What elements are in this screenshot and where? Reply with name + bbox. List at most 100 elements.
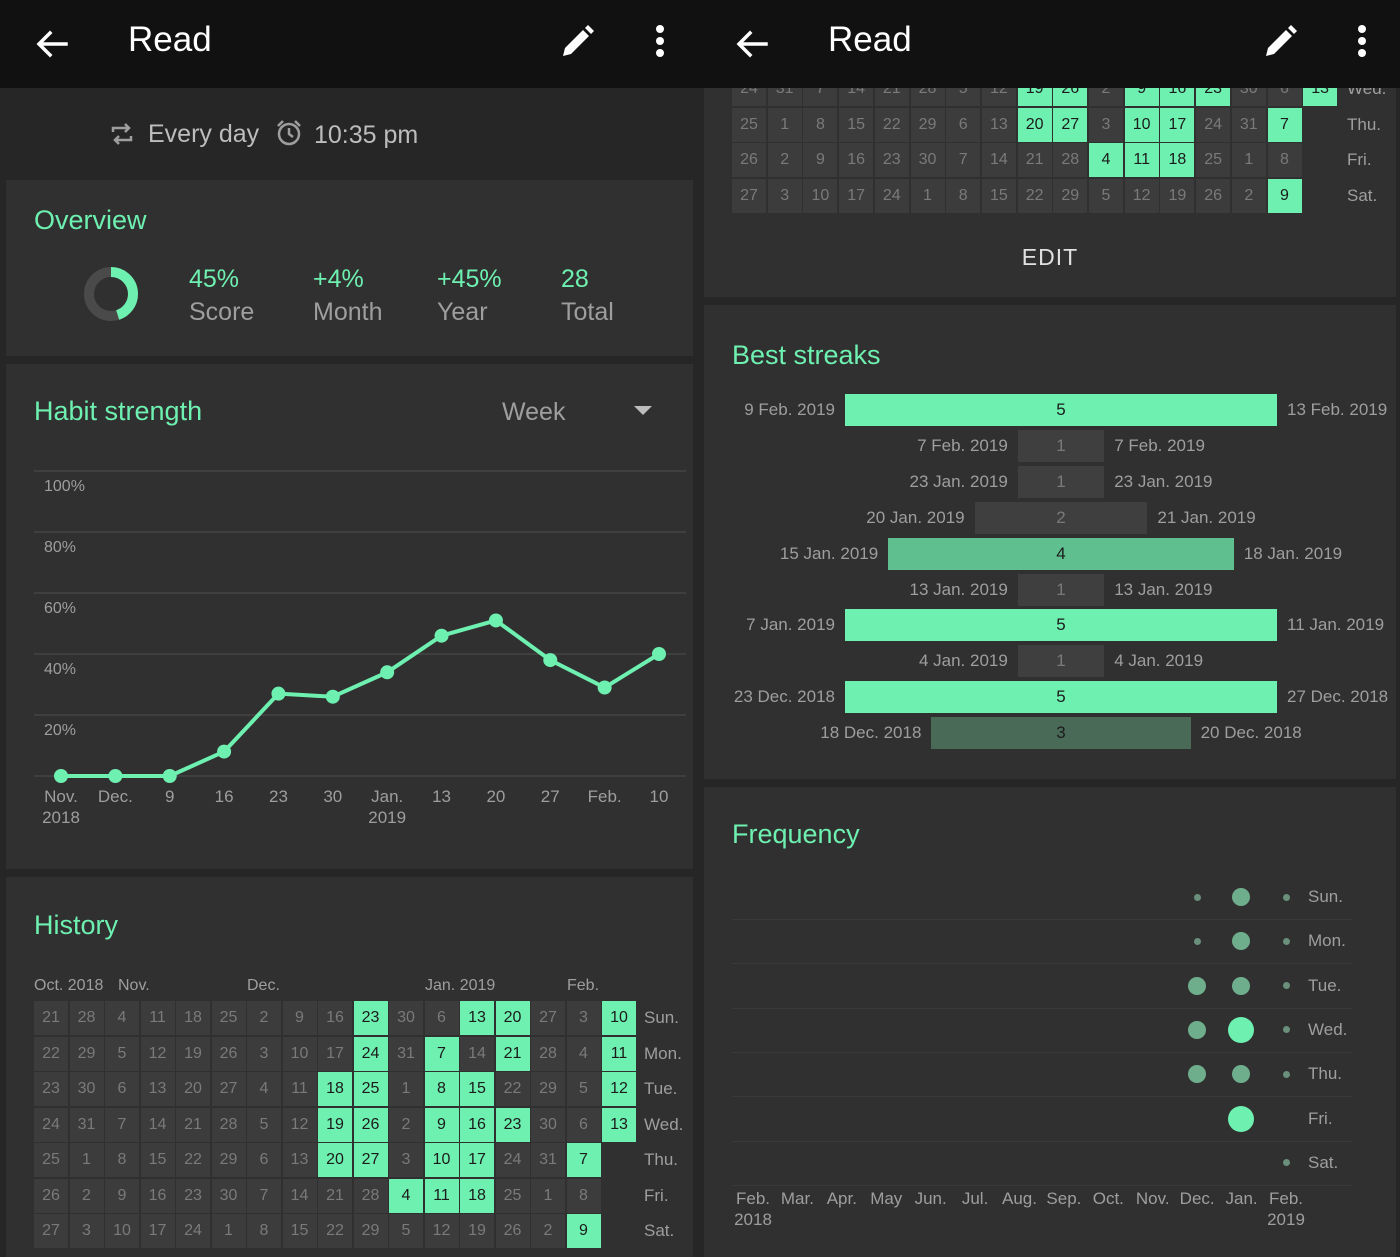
history-day-cell[interactable]: 16 bbox=[140, 1178, 175, 1213]
history-day-cell[interactable]: 21 bbox=[176, 1107, 210, 1142]
history-day-cell[interactable]: 26 bbox=[495, 1214, 530, 1248]
history-day-cell[interactable]: 6 bbox=[566, 1107, 601, 1142]
history-day-cell[interactable]: 20 bbox=[318, 1143, 352, 1177]
history-day-cell[interactable]: 22 bbox=[1017, 179, 1052, 214]
history-day-cell[interactable]: 19 bbox=[318, 1107, 352, 1142]
history-day-cell[interactable]: 13 bbox=[460, 1001, 494, 1035]
history-day-cell[interactable]: 20 bbox=[176, 1072, 210, 1106]
history-day-cell[interactable]: 30 bbox=[69, 1072, 104, 1106]
history-day-cell[interactable]: 3 bbox=[566, 1001, 601, 1035]
history-day-cell[interactable]: 31 bbox=[389, 1036, 423, 1071]
history-day-cell[interactable]: 3 bbox=[389, 1143, 423, 1177]
history-day-cell[interactable]: 10 bbox=[105, 1214, 139, 1248]
history-day-cell[interactable]: 6 bbox=[105, 1072, 139, 1106]
history-day-cell[interactable]: 15 bbox=[140, 1143, 175, 1177]
history-day-cell[interactable]: 26 bbox=[353, 1107, 388, 1142]
history-day-cell[interactable]: 5 bbox=[566, 1072, 601, 1106]
history-day-cell[interactable]: 30 bbox=[211, 1178, 246, 1213]
history-day-cell[interactable]: 7 bbox=[247, 1178, 281, 1213]
history-day-cell[interactable]: 12 bbox=[424, 1214, 459, 1248]
history-day-cell[interactable]: 13 bbox=[602, 1107, 636, 1142]
history-day-cell[interactable]: 10 bbox=[1124, 107, 1159, 142]
history-day-cell[interactable]: 17 bbox=[140, 1214, 175, 1248]
history-day-cell[interactable]: 21 bbox=[34, 1001, 68, 1035]
history-day-cell[interactable]: 1 bbox=[389, 1072, 423, 1106]
history-day-cell[interactable]: 12 bbox=[282, 1107, 317, 1142]
edit-history-button[interactable]: EDIT bbox=[704, 244, 1396, 271]
history-day-cell[interactable]: 31 bbox=[1231, 107, 1266, 142]
history-day-cell[interactable]: 2 bbox=[69, 1178, 104, 1213]
history-day-cell[interactable]: 29 bbox=[211, 1143, 246, 1177]
arrow-left-icon[interactable] bbox=[730, 22, 774, 66]
history-day-cell[interactable]: 1 bbox=[910, 179, 945, 214]
history-day-cell[interactable]: 6 bbox=[247, 1143, 281, 1177]
history-day-cell[interactable]: 20 bbox=[1017, 107, 1052, 142]
history-day-cell[interactable]: 24 bbox=[874, 179, 909, 214]
history-day-cell[interactable]: 4 bbox=[105, 1001, 139, 1035]
history-day-cell[interactable]: 7 bbox=[946, 143, 981, 178]
history-day-cell[interactable]: 8 bbox=[803, 107, 838, 142]
history-day-cell[interactable]: 19 bbox=[176, 1036, 210, 1071]
history-day-cell[interactable]: 25 bbox=[495, 1178, 530, 1213]
history-day-cell[interactable]: 27 bbox=[732, 179, 766, 214]
history-day-cell[interactable]: 17 bbox=[318, 1036, 352, 1071]
history-day-cell[interactable]: 28 bbox=[353, 1178, 388, 1213]
history-day-cell[interactable]: 15 bbox=[839, 107, 874, 142]
history-day-cell[interactable]: 5 bbox=[1089, 179, 1123, 214]
history-day-cell[interactable]: 15 bbox=[981, 179, 1016, 214]
history-day-cell[interactable]: 21 bbox=[318, 1178, 352, 1213]
history-day-cell[interactable]: 28 bbox=[531, 1036, 565, 1071]
history-day-cell[interactable]: 27 bbox=[531, 1001, 565, 1035]
history-day-cell[interactable]: 11 bbox=[282, 1072, 317, 1106]
history-day-cell[interactable]: 11 bbox=[140, 1001, 175, 1035]
history-day-cell[interactable]: 26 bbox=[34, 1178, 68, 1213]
history-day-cell[interactable]: 23 bbox=[176, 1178, 210, 1213]
history-day-cell[interactable]: 14 bbox=[981, 143, 1016, 178]
history-day-cell[interactable]: 28 bbox=[69, 1001, 104, 1035]
period-select-value[interactable]: Week bbox=[502, 398, 565, 427]
history-day-cell[interactable]: 9 bbox=[105, 1178, 139, 1213]
more-vert-icon[interactable] bbox=[1342, 20, 1382, 64]
history-day-cell[interactable]: 10 bbox=[602, 1001, 636, 1035]
history-day-cell[interactable]: 9 bbox=[424, 1107, 459, 1142]
history-day-cell[interactable]: 23 bbox=[353, 1001, 388, 1035]
history-day-cell[interactable]: 8 bbox=[105, 1143, 139, 1177]
history-day-cell[interactable]: 21 bbox=[495, 1036, 530, 1071]
history-day-cell[interactable]: 26 bbox=[732, 143, 766, 178]
history-day-cell[interactable]: 1 bbox=[69, 1143, 104, 1177]
history-day-cell[interactable]: 27 bbox=[211, 1072, 246, 1106]
history-day-cell[interactable]: 29 bbox=[69, 1036, 104, 1071]
history-day-cell[interactable]: 9 bbox=[566, 1214, 601, 1248]
history-day-cell[interactable]: 26 bbox=[1196, 179, 1231, 214]
history-day-cell[interactable]: 18 bbox=[318, 1072, 352, 1106]
history-day-cell[interactable]: 12 bbox=[140, 1036, 175, 1071]
dropdown-arrow-icon[interactable] bbox=[634, 406, 652, 416]
history-day-cell[interactable]: 19 bbox=[1160, 179, 1195, 214]
history-day-cell[interactable]: 31 bbox=[531, 1143, 565, 1177]
history-day-cell[interactable]: 14 bbox=[282, 1178, 317, 1213]
history-day-cell[interactable]: 8 bbox=[946, 179, 981, 214]
more-vert-icon[interactable] bbox=[640, 20, 680, 64]
history-day-cell[interactable]: 6 bbox=[946, 107, 981, 142]
history-day-cell[interactable]: 24 bbox=[176, 1214, 210, 1248]
history-day-cell[interactable]: 5 bbox=[247, 1107, 281, 1142]
history-day-cell[interactable]: 16 bbox=[839, 143, 874, 178]
history-day-cell[interactable]: 29 bbox=[531, 1072, 565, 1106]
history-day-cell[interactable]: 13 bbox=[981, 107, 1016, 142]
history-day-cell[interactable]: 29 bbox=[353, 1214, 388, 1248]
history-day-cell[interactable]: 24 bbox=[34, 1107, 68, 1142]
history-day-cell[interactable]: 8 bbox=[566, 1178, 601, 1213]
history-day-cell[interactable]: 10 bbox=[282, 1036, 317, 1071]
history-day-cell[interactable]: 23 bbox=[874, 143, 909, 178]
history-day-cell[interactable]: 23 bbox=[495, 1107, 530, 1142]
history-day-cell[interactable]: 3 bbox=[247, 1036, 281, 1071]
history-day-cell[interactable]: 22 bbox=[34, 1036, 68, 1071]
history-day-cell[interactable]: 3 bbox=[767, 179, 802, 214]
history-day-cell[interactable]: 14 bbox=[140, 1107, 175, 1142]
history-day-cell[interactable]: 29 bbox=[1053, 179, 1088, 214]
history-day-cell[interactable]: 24 bbox=[353, 1036, 388, 1071]
history-day-cell[interactable]: 5 bbox=[389, 1214, 423, 1248]
history-day-cell[interactable]: 17 bbox=[460, 1143, 494, 1177]
history-day-cell[interactable]: 18 bbox=[1160, 143, 1195, 178]
history-day-cell[interactable]: 3 bbox=[69, 1214, 104, 1248]
